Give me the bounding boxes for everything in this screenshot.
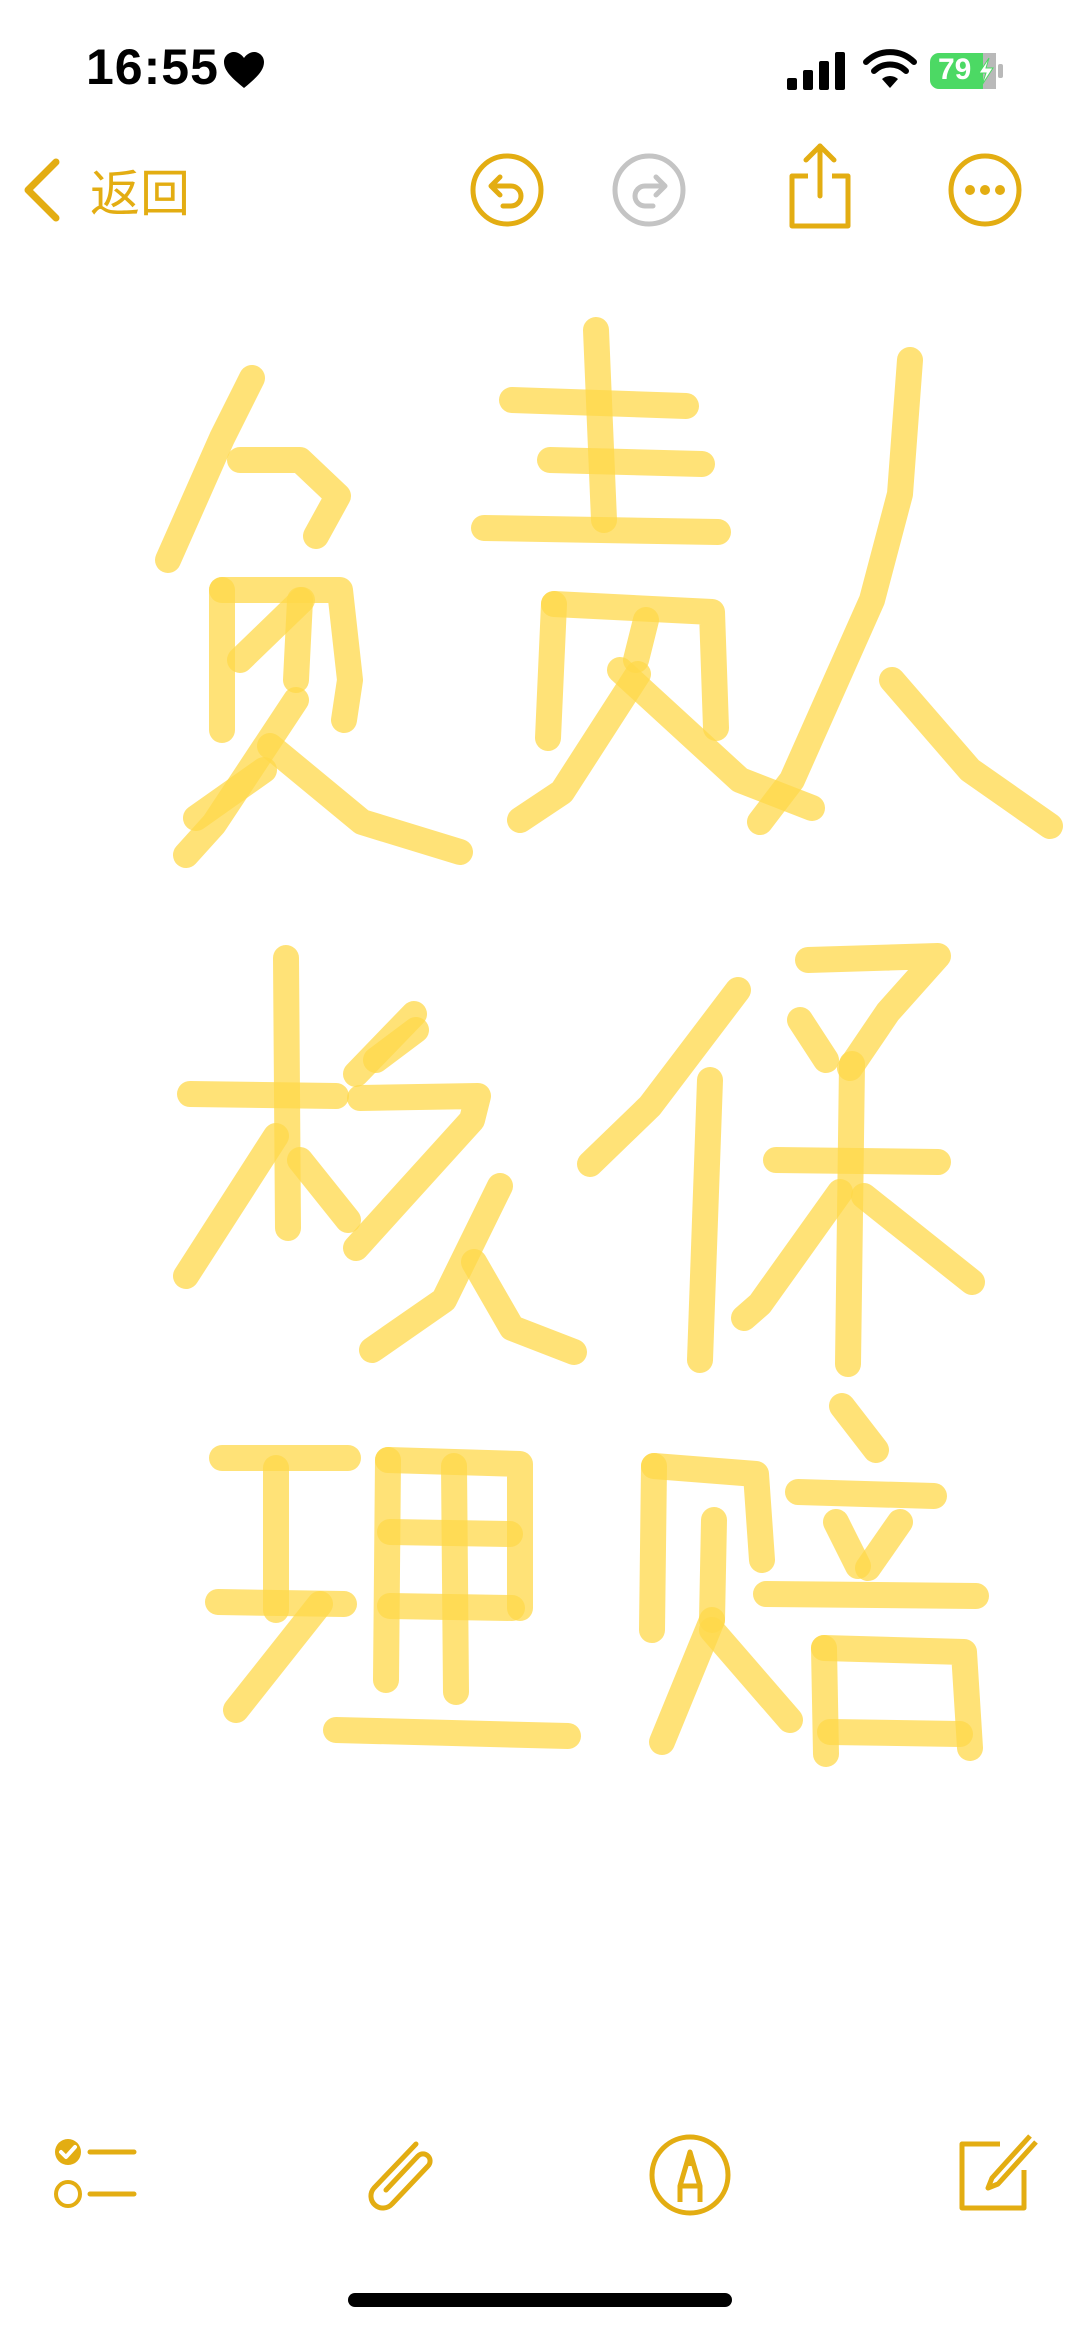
handwritten-drawing	[155, 317, 1063, 1767]
back-button[interactable]: 返回	[20, 150, 190, 230]
handwritten-char-bao	[577, 943, 985, 1377]
handwritten-char-fu	[155, 365, 473, 868]
handwritten-char-li	[205, 1445, 581, 1749]
share-icon[interactable]	[780, 140, 860, 232]
status-time: 16:55	[86, 39, 219, 95]
checklist-icon[interactable]	[48, 2130, 138, 2220]
markup-pen-icon[interactable]	[645, 2130, 735, 2220]
attachment-paperclip-icon[interactable]	[352, 2130, 442, 2220]
undo-icon[interactable]	[467, 150, 547, 230]
cellular-signal-icon	[787, 52, 845, 90]
bottom-toolbar	[0, 2120, 1080, 2230]
back-chevron-icon	[24, 158, 60, 222]
redo-icon[interactable]	[609, 150, 689, 230]
more-icon[interactable]	[945, 150, 1025, 230]
handwritten-char-ze	[471, 317, 825, 833]
nav-bar: 返回	[0, 130, 1080, 250]
back-label: 返回	[90, 165, 190, 223]
battery-level: 79	[938, 53, 972, 86]
status-bar: 16:55 79	[0, 0, 1080, 140]
compose-icon[interactable]	[948, 2130, 1038, 2220]
handwritten-char-ren	[747, 347, 1063, 839]
drawing-canvas[interactable]	[0, 260, 1080, 2060]
handwritten-char-pei	[639, 1393, 989, 1767]
wifi-icon	[863, 49, 917, 88]
home-indicator[interactable]	[348, 2293, 732, 2307]
handwritten-char-he	[173, 945, 587, 1365]
heart-icon	[224, 52, 264, 88]
